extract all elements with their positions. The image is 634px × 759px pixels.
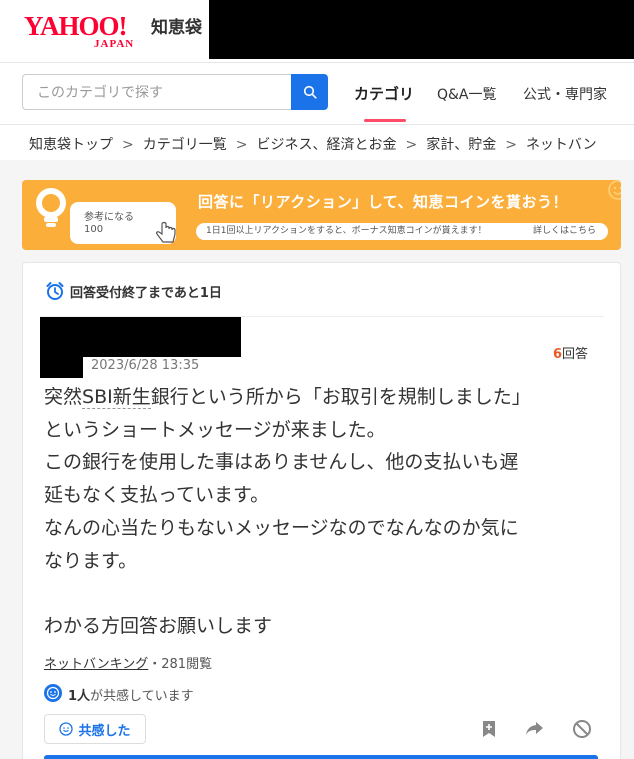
empathy-smile-icon [44,684,62,702]
body-line: というショートメッセージが来ました。 [44,414,604,447]
deadline-text: 回答受付終了まであと1日 [70,286,222,301]
view-count: ・281閲覧 [148,657,213,672]
divider [0,124,634,125]
lightbulb-icon [36,188,66,227]
category-meta: ネットバンキング・281閲覧 [44,653,212,672]
chevron-right-icon: > [235,137,248,153]
smile-icon [59,722,74,736]
body-line-text: というショートメッセージが来ました。 [44,418,386,441]
tab-category[interactable]: カテゴリ [354,83,414,104]
search-button[interactable] [291,74,328,110]
body-line-text: 突然SBI新生銀行という所から「お取引を規制しました」 [44,386,531,409]
empathy-text: が共感しています [90,689,194,704]
service-name[interactable]: 知恵袋 [151,13,202,38]
bookmark-add-icon[interactable] [479,719,499,739]
banner-subtitle-bar: 1日1回以上リアクションをすると、ボーナス知恵コインが貰えます！ 詳しくはこちら [196,223,608,240]
tab-official-experts[interactable]: 公式・専門家 [523,84,607,104]
body-line-text: なります。 [44,549,138,572]
answer-button-edge[interactable] [44,755,598,759]
pill-label: 参考になる [84,212,134,223]
answer-count[interactable]: 6回答 [553,343,588,362]
search-input[interactable] [35,75,279,111]
body-line: この銀行を使用した事はありませんし、他の支払いも遅 [44,446,604,479]
breadcrumb-item[interactable]: 知恵袋トップ [29,137,113,153]
banner-title: 回答に「リアクション」して、知恵コインを貰おう！ [198,193,569,211]
chevron-right-icon: > [505,137,517,153]
reaction-promo-banner[interactable]: 参考になる 100 回答に「リアクション」して、知恵コインを貰おう！ 1日1回以… [22,180,621,250]
hand-pointer-icon [156,221,176,243]
body-line: わかる方回答お願いします [44,610,604,643]
breadcrumb-item[interactable]: ネットバン [526,137,597,153]
alarm-clock-icon [46,282,64,300]
banner-subtitle: 1日1回以上リアクションをすると、ボーナス知恵コインが貰えます！ [206,226,487,236]
body-line: なります。 [44,545,604,578]
yahoo-japan-logo[interactable]: YAHOO! JAPAN [24,10,146,50]
empathize-button[interactable]: 共感した [44,714,146,744]
post-date: 2023/6/28 13:35 [91,358,200,373]
search-field[interactable] [22,74,291,111]
category-link[interactable]: ネットバンキング [44,657,148,672]
body-line-text: この銀行を使用した事はありませんし、他の支払いも遅 [44,451,519,474]
question-body: 突然SBI新生銀行という所から「お取引を規制しました」 というショートメッセージ… [44,381,604,643]
body-line: 延もなく支払っています。 [44,479,604,512]
empathize-button-label: 共感した [78,723,131,739]
breadcrumb-item[interactable]: ビジネス、経済とお金 [256,137,396,153]
highlighted-term[interactable]: SBI新生 [82,386,151,409]
redacted-avatar [40,357,83,378]
answer-count-unit: 回答 [562,347,589,362]
search-icon [303,85,317,99]
share-arrow-icon[interactable] [525,719,545,739]
breadcrumb-item[interactable]: カテゴリ一覧 [143,137,227,153]
pill-count: 100 [84,224,104,235]
logo-subtext: JAPAN [94,38,135,50]
empathy-count: 1人 [68,689,91,704]
tab-qa-list[interactable]: Q&A一覧 [437,84,497,104]
redacted-area [209,0,634,59]
body-blank-line [44,577,604,610]
divider [0,62,634,63]
body-line-text: 延もなく支払っています。 [44,484,270,507]
redacted-username [40,317,241,357]
chevron-right-icon: > [122,137,134,153]
answer-count-number: 6 [553,347,563,362]
body-line-text: なんの心当たりもないメッセージなのでなんなのか気に [44,516,519,539]
banner-illustration: 参考になる 100 [26,184,178,246]
smiley-icon [608,180,621,200]
details-link[interactable]: 詳しくはこちら [533,223,596,240]
body-line-text: わかる方回答お願いします [44,614,273,637]
chevron-right-icon: > [405,137,418,153]
breadcrumb: 知恵袋トップ > カテゴリ一覧 > ビジネス、経済とお金 > 家計、貯金 > ネットバン [29,134,634,154]
breadcrumb-item[interactable]: 家計、貯金 [426,137,496,153]
block-icon[interactable] [572,719,592,739]
body-line: なんの心当たりもないメッセージなのでなんなのか気に [44,512,604,545]
active-tab-indicator [364,119,406,122]
body-line: 突然SBI新生銀行という所から「お取引を規制しました」 [44,381,604,414]
